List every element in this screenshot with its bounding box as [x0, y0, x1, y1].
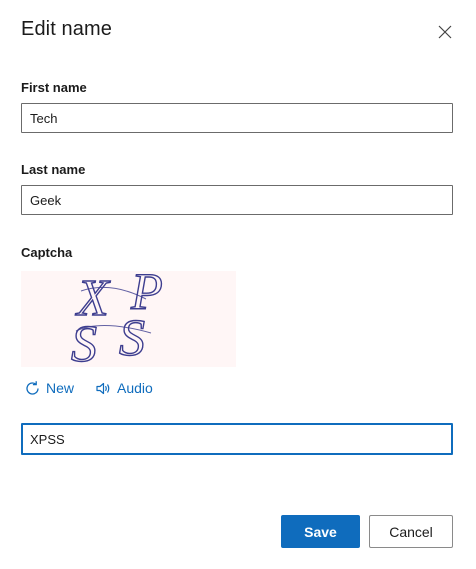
cancel-button[interactable]: Cancel: [369, 515, 453, 548]
audio-captcha-button[interactable]: Audio: [95, 378, 153, 398]
edit-name-dialog: Edit name First name Last name Captcha X…: [0, 0, 476, 569]
save-button[interactable]: Save: [281, 515, 360, 548]
new-captcha-label: New: [46, 380, 75, 396]
new-captcha-button[interactable]: New: [24, 378, 74, 398]
refresh-icon: [26, 380, 39, 395]
captcha-label: Captcha: [21, 245, 73, 260]
dialog-title: Edit name: [21, 18, 112, 40]
captcha-glyph-4: S: [119, 310, 145, 367]
close-icon: [438, 25, 452, 39]
speaker-icon: [96, 382, 110, 394]
first-name-field[interactable]: [21, 103, 453, 133]
last-name-label: Last name: [21, 162, 86, 177]
captcha-field[interactable]: [21, 423, 453, 455]
captcha-image: X P S S: [21, 271, 236, 367]
close-button[interactable]: [433, 20, 457, 44]
captcha-glyph-3: S: [71, 316, 97, 367]
first-name-label: First name: [21, 80, 87, 95]
last-name-field[interactable]: [21, 185, 453, 215]
audio-captcha-label: Audio: [117, 380, 153, 396]
